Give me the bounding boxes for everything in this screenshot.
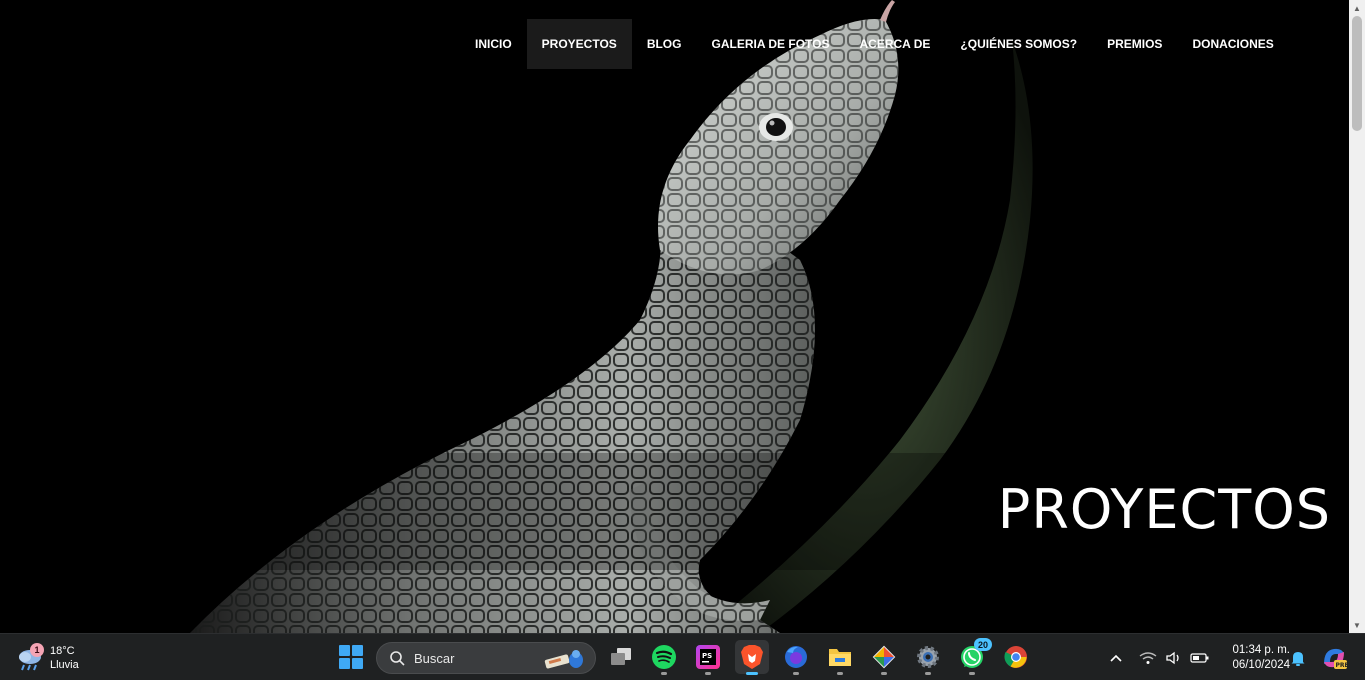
running-indicator [661,672,667,675]
windows-logo-icon [339,645,363,669]
running-indicator [793,672,799,675]
battery-icon[interactable] [1188,646,1212,670]
rain-cloud-icon: 1 [16,643,44,671]
whatsapp-unread-badge: 20 [974,638,992,651]
taskbar-app-settings[interactable] [911,640,945,675]
scroll-down-arrow-icon[interactable]: ▼ [1349,617,1365,633]
weather-alert-badge: 1 [30,643,44,657]
taskbar-app-chrome[interactable] [999,640,1033,674]
taskbar-search-box[interactable]: Buscar [376,642,596,674]
system-clock[interactable]: 01:34 p. m. 06/10/2024 [1214,643,1290,673]
nav-item-acerca-de[interactable]: ACERCA DE [845,19,946,69]
nav-item-inicio[interactable]: INICIO [460,19,527,69]
active-indicator [746,672,758,675]
taskbar-app-firefox[interactable] [779,640,813,675]
nav-item-donaciones[interactable]: DONACIONES [1177,19,1288,69]
page-title: PROYECTOS [997,478,1331,541]
web-page: INICIO PROYECTOS BLOG GALERIA DE FOTOS A… [0,0,1349,633]
nav-item-blog[interactable]: BLOG [632,19,697,69]
windows-taskbar: 1 18°C Lluvia Buscar PS 20 01:34 p. m. 0… [0,633,1365,680]
svg-text:PS: PS [702,652,712,660]
clock-time: 01:34 p. m. [1232,644,1290,656]
system-tray [1104,640,1214,676]
weather-condition: Lluvia [50,659,79,671]
nav-item-proyectos[interactable]: PROYECTOS [526,19,632,69]
taskbar-app-git-client[interactable] [867,640,901,675]
running-indicator [705,672,711,675]
svg-text:PRE: PRE [1336,662,1349,669]
weather-widget[interactable]: 1 18°C Lluvia [16,640,79,676]
speaker-icon[interactable] [1162,646,1186,670]
main-navigation: INICIO PROYECTOS BLOG GALERIA DE FOTOS A… [460,19,1289,69]
firefox-icon [785,646,807,668]
search-highlight-icon [544,650,583,669]
page-scrollbar[interactable]: ▲ ▼ [1349,0,1365,633]
nav-item-galeria-de-fotos[interactable]: GALERIA DE FOTOS [696,19,844,69]
search-icon [390,651,405,666]
taskbar-app-spotify[interactable] [647,640,681,675]
running-indicator [881,672,887,675]
search-placeholder: Buscar [414,650,455,666]
taskbar-app-whatsapp[interactable]: 20 [955,638,992,675]
weather-temperature: 18°C [50,645,75,657]
nav-item-premios[interactable]: PREMIOS [1092,19,1177,69]
folder-icon [829,649,851,666]
gear-icon [917,646,939,668]
chevron-up-icon[interactable] [1104,646,1128,670]
running-indicator [969,672,975,675]
taskbar-app-task-view[interactable] [604,640,638,674]
wifi-icon[interactable] [1136,646,1160,670]
brave-icon [741,645,763,669]
start-button[interactable] [338,644,364,670]
scroll-thumb[interactable] [1352,16,1362,131]
running-indicator [837,672,843,675]
running-indicator [925,672,931,675]
phpstorm-icon: PS [696,645,720,669]
chrome-icon [1004,646,1027,668]
copilot-icon[interactable]: PRE [1320,644,1349,672]
scroll-up-arrow-icon[interactable]: ▲ [1349,0,1365,16]
clock-date: 06/10/2024 [1232,659,1290,671]
taskbar-app-phpstorm[interactable]: PS [691,640,725,675]
taskbar-app-brave[interactable] [735,640,769,675]
notification-bell-icon[interactable] [1289,649,1307,667]
git-icon [872,645,896,669]
taskbar-app-file-explorer[interactable] [823,640,857,675]
spotify-icon [652,645,676,669]
nav-item-quienes-somos[interactable]: ¿QUIÉNES SOMOS? [945,19,1092,69]
task-view-icon [611,648,631,665]
